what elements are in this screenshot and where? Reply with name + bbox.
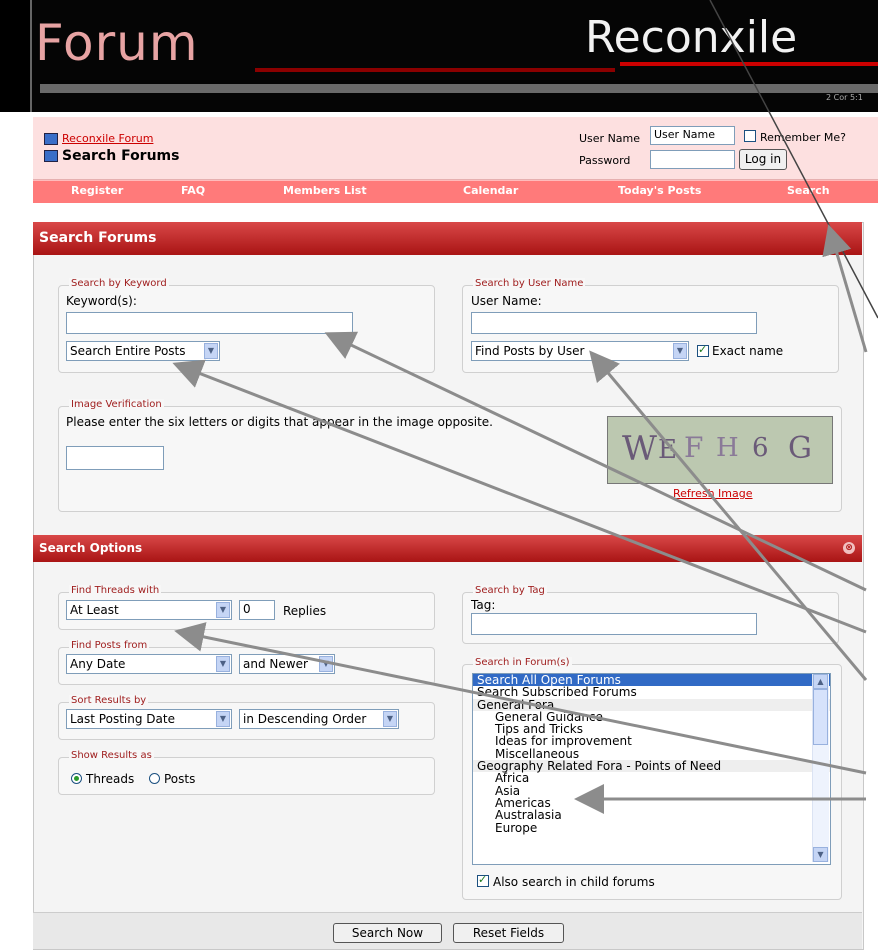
annotation-arrow <box>174 622 867 775</box>
annotation-pointer-line <box>709 0 878 319</box>
annotation-arrow <box>172 359 867 634</box>
annotation-arrow <box>324 331 867 592</box>
annotation-arrow <box>589 350 868 681</box>
annotation-arrow <box>822 224 868 353</box>
annotation-arrows <box>172 0 878 814</box>
